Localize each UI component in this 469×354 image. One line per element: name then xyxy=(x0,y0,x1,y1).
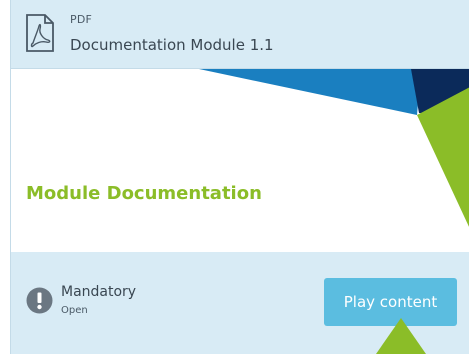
exclamation-circle-icon xyxy=(26,287,53,314)
status-label: Mandatory xyxy=(61,284,137,300)
content-type-label: PDF xyxy=(70,13,93,26)
preview-title: Module Documentation xyxy=(26,183,262,204)
pointer-arrow-icon xyxy=(376,318,426,354)
preview-graphic xyxy=(199,69,469,227)
card-header: PDF Documentation Module 1.1 xyxy=(11,0,469,68)
pdf-file-icon xyxy=(26,14,54,52)
content-card: PDF Documentation Module 1.1 Module Docu… xyxy=(10,0,469,354)
status-sublabel: Open xyxy=(61,305,88,316)
preview-thumbnail[interactable]: Module Documentation xyxy=(11,68,469,254)
document-title: Documentation Module 1.1 xyxy=(70,36,274,54)
